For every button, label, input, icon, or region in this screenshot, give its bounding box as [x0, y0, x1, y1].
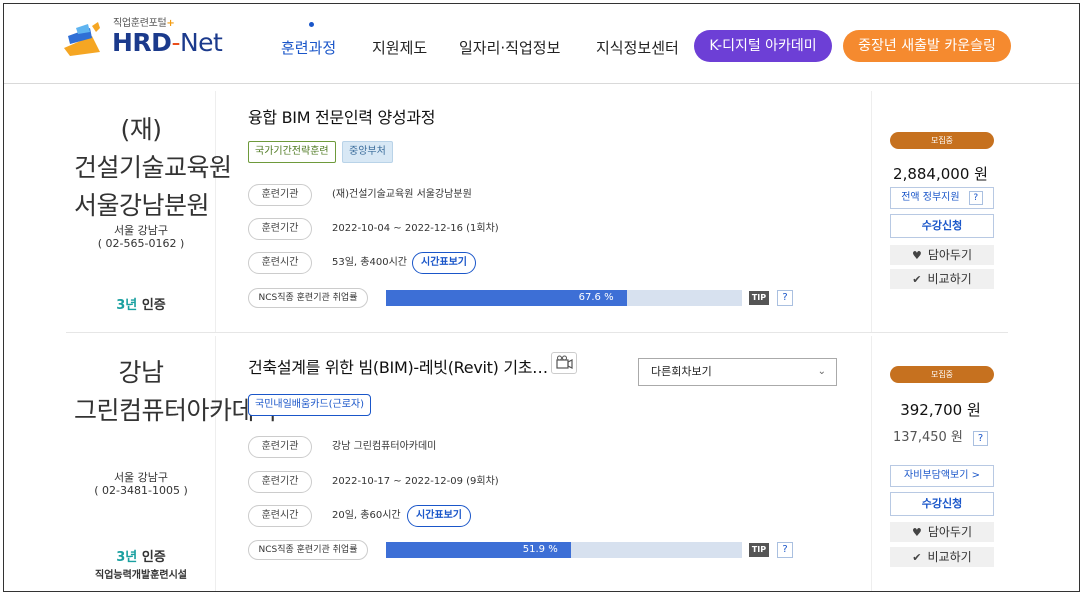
employment-rate-bar: 51.9 % — [386, 542, 742, 558]
institute-address: 서울 강남구 — [113, 471, 169, 484]
course-body: 융합 BIM 전문인력 양성과정 국가기간전략훈련 중앙부처 훈련기관 (재)건… — [246, 91, 866, 332]
tip-badge[interactable]: TIP — [749, 291, 769, 305]
certification-badge: 3년 인증 — [116, 298, 166, 313]
active-nav-dot — [309, 22, 314, 27]
heart-icon: ♥ — [911, 526, 922, 539]
nav-support-system[interactable]: 지원제도 — [372, 37, 427, 58]
org-value: (재)건설기술교육원 서울강남분원 — [332, 189, 472, 200]
full-gov-support-label: 전액 정부지원 ? — [890, 187, 994, 209]
institute-name[interactable]: (재)건설기술교육원 서울강남분원 — [74, 111, 232, 225]
course-price: 2,884,000 원 — [893, 165, 988, 183]
hours-value: 20일, 총60시간 — [332, 510, 401, 521]
course-price: 392,700 원 — [900, 401, 981, 419]
certification-subtitle: 직업능력개발훈련시설 — [95, 570, 187, 581]
page-frame: 직업훈련포털+ HRD-Net 훈련과정 지원제도 일자리·직업정보 지식정보센… — [3, 3, 1080, 592]
k-digital-academy-button[interactable]: K-디지털 아카데미 — [694, 30, 832, 62]
recruiting-status-badge: 모집중 — [890, 132, 994, 149]
help-question-icon[interactable]: ? — [777, 290, 793, 306]
org-value: 강남 그린컴퓨터아카데미 — [332, 441, 437, 452]
institute-panel: 강남 그린컴퓨터아카데미 서울 강남구 ( 02-3481-1005 ) 3년 … — [66, 336, 277, 591]
logo-subtitle: 직업훈련포털+ — [113, 18, 175, 29]
apply-button[interactable]: 수강신청 — [890, 492, 994, 516]
institute-phone: ( 02-3481-1005 ) — [94, 484, 188, 497]
org-label: 훈련기관 — [248, 436, 312, 458]
help-question-icon[interactable]: ? — [777, 542, 793, 558]
ncs-rate-label: NCS직종 훈련기관 취업률 — [248, 288, 368, 308]
ncs-rate-label: NCS직종 훈련기관 취업률 — [248, 540, 368, 560]
tag-central-ministry: 중앙부처 — [342, 141, 393, 163]
course-title[interactable]: 융합 BIM 전문인력 양성과정 — [248, 104, 435, 128]
main-nav: 훈련과정 지원제도 일자리·직업정보 지식정보센터 K-디지털 아카데미 중장년… — [4, 22, 1079, 63]
apply-button[interactable]: 수강신청 — [890, 214, 994, 238]
institute-name[interactable]: 강남 그린컴퓨터아카데미 — [74, 354, 277, 430]
period-label: 훈련기간 — [248, 218, 312, 240]
self-pay-view-button[interactable]: 자비부담액보기 > — [890, 465, 994, 487]
period-label: 훈련기간 — [248, 471, 312, 493]
compare-button[interactable]: ✔ 비교하기 — [890, 547, 994, 567]
certification-badge: 3년 인증 — [116, 550, 166, 565]
employment-rate-text: 51.9 % — [522, 544, 558, 555]
course-body: 건축설계를 위한 빔(BIM)-레빗(Revit) 기초… 다른회차보기 ⌄ 국… — [246, 336, 866, 591]
course-card: 강남 그린컴퓨터아카데미 서울 강남구 ( 02-3481-1005 ) 3년 … — [66, 336, 1009, 591]
midlife-counseling-button[interactable]: 중장년 새출발 카운슬링 — [843, 30, 1011, 62]
video-camera-icon[interactable] — [551, 352, 577, 374]
hours-label: 훈련시간 — [248, 252, 312, 274]
employment-rate-text: 67.6 % — [578, 292, 614, 303]
save-button[interactable]: ♥ 담아두기 — [890, 522, 994, 542]
institute-address: 서울 강남구 — [113, 224, 169, 237]
nav-knowledge-center[interactable]: 지식정보센터 — [596, 37, 679, 58]
org-label: 훈련기관 — [248, 184, 312, 206]
tip-badge[interactable]: TIP — [749, 543, 769, 557]
institute-phone: ( 02-565-0162 ) — [97, 237, 185, 250]
hours-label: 훈련시간 — [248, 505, 312, 527]
tag-national-card: 국민내일배움카드(근로자) — [248, 394, 372, 416]
self-pay-price: 137,450 원 ? — [872, 426, 1009, 446]
course-action-panel: 모집중 392,700 원 137,450 원 ? 자비부담액보기 > 수강신청… — [871, 336, 1009, 591]
chevron-down-icon: ⌄ — [817, 366, 826, 377]
recruiting-status-badge: 모집중 — [890, 366, 994, 383]
institute-panel: (재)건설기술교육원 서울강남분원 서울 강남구 ( 02-565-0162 )… — [66, 91, 232, 332]
nav-job-info[interactable]: 일자리·직업정보 — [459, 37, 560, 58]
course-card: (재)건설기술교육원 서울강남분원 서울 강남구 ( 02-565-0162 )… — [66, 91, 1008, 333]
timetable-button[interactable]: 시간표보기 — [407, 505, 471, 527]
site-header: 직업훈련포털+ HRD-Net 훈련과정 지원제도 일자리·직업정보 지식정보센… — [4, 4, 1079, 84]
compare-button[interactable]: ✔ 비교하기 — [890, 269, 994, 289]
hours-value: 53일, 총400시간 — [332, 257, 407, 268]
checkmark-icon: ✔ — [912, 551, 922, 564]
timetable-button[interactable]: 시간표보기 — [412, 252, 476, 274]
employment-rate-bar: 67.6 % — [386, 290, 742, 306]
course-title[interactable]: 건축설계를 위한 빔(BIM)-레빗(Revit) 기초… — [248, 354, 548, 378]
help-question-icon[interactable]: ? — [968, 191, 983, 205]
period-value: 2022-10-04 ~ 2022-12-16 (1회차) — [332, 223, 499, 234]
nav-training-courses[interactable]: 훈련과정 — [281, 37, 336, 58]
checkmark-icon: ✔ — [912, 273, 922, 286]
period-value: 2022-10-17 ~ 2022-12-09 (9회차) — [332, 476, 499, 487]
help-question-icon[interactable]: ? — [973, 431, 988, 446]
heart-icon: ♥ — [911, 249, 922, 262]
save-button[interactable]: ♥ 담아두기 — [890, 245, 994, 265]
course-action-panel: 모집중 2,884,000 원 전액 정부지원 ? 수강신청 ♥ 담아두기 ✔ 비교… — [871, 91, 1008, 332]
other-rounds-select[interactable]: 다른회차보기 ⌄ — [638, 358, 837, 386]
tag-national-strategy: 국가기간전략훈련 — [248, 141, 336, 163]
